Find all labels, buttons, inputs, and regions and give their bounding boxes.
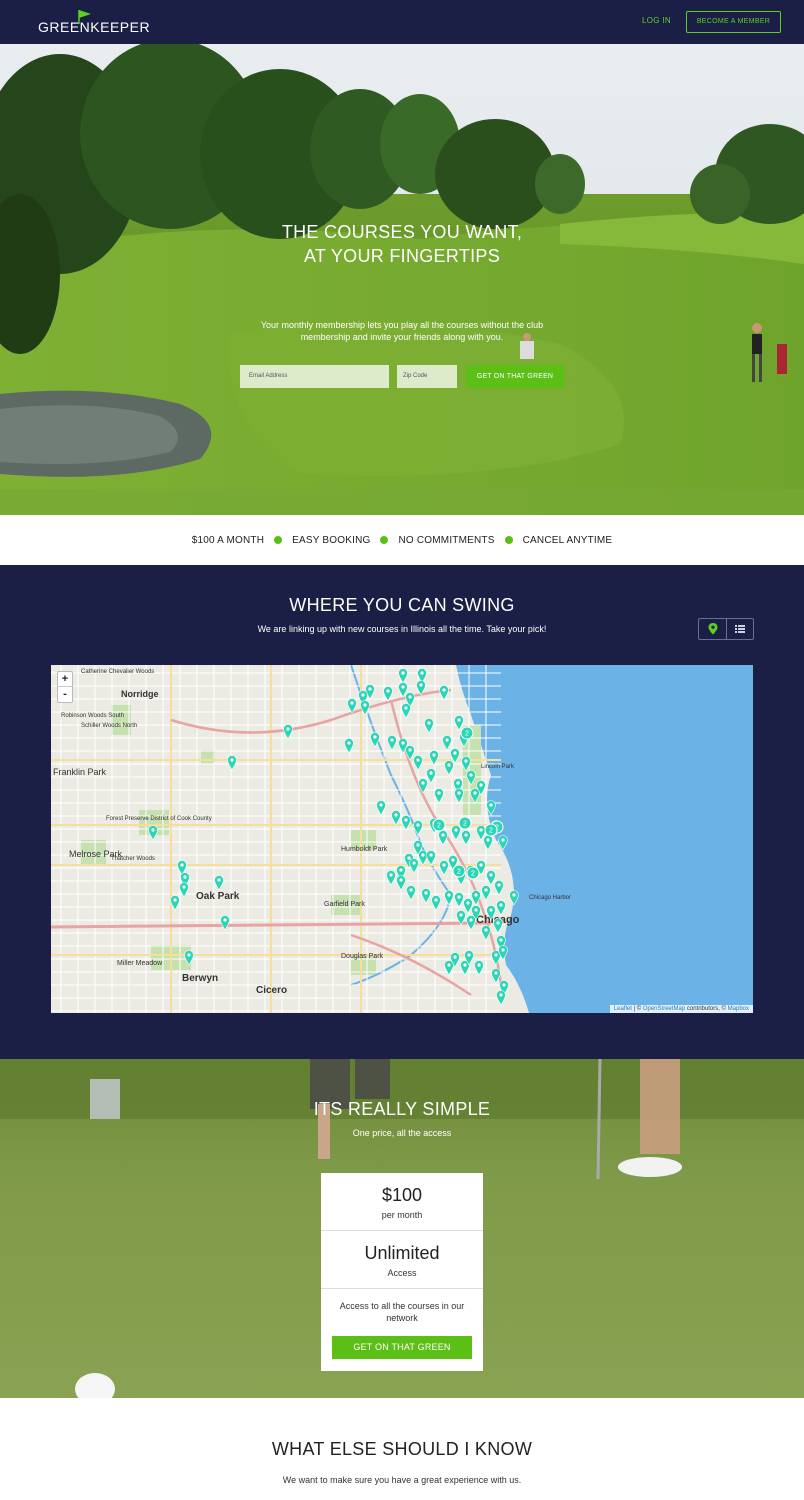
cluster-count: 2: [471, 871, 475, 878]
hero-title: THE COURSES YOU WANT, AT YOUR FINGERTIPS: [0, 220, 804, 268]
what-else-section: WHAT ELSE SHOULD I KNOW We want to make …: [0, 1398, 804, 1500]
cluster-count: 2: [463, 821, 467, 828]
map-label: Cicero: [256, 985, 287, 996]
course-cluster-marker[interactable]: 2: [466, 866, 480, 880]
section-subtitle: We are linking up with new courses in Il…: [257, 624, 547, 634]
list-icon: [735, 625, 745, 633]
map-pin-icon: [708, 623, 718, 635]
top-navigation: GREENKEEPER LOG IN BECOME A MEMBER: [0, 0, 804, 44]
features-strip: $100 A MONTH EASY BOOKING NO COMMITMENTS…: [0, 515, 804, 565]
hero-title-line-2: AT YOUR FINGERTIPS: [303, 246, 501, 266]
section-title: ITS REALLY SIMPLE: [313, 1099, 491, 1119]
access-label: Access: [387, 1268, 417, 1278]
map-label: Catherine Chevalier Woods: [81, 669, 154, 675]
email-field[interactable]: Email Address: [240, 365, 389, 388]
pricing-card: $100 per month Unlimited Access Access t…: [321, 1173, 483, 1371]
section-title: WHERE YOU CAN SWING: [289, 595, 515, 615]
map-label: Miller Meadow: [117, 960, 163, 967]
price-row: $100 per month: [321, 1173, 483, 1231]
map-label: Berwyn: [182, 973, 218, 984]
zip-code-field[interactable]: Zip Code: [397, 365, 457, 388]
map-label: Humboldt Park: [341, 846, 388, 853]
flag-icon: [78, 10, 91, 24]
hero-title-line-1: THE COURSES YOU WANT,: [281, 222, 523, 242]
logo-text: GREENKEEPER: [38, 19, 151, 35]
map-label: Schiller Woods North: [81, 723, 137, 729]
map-label: Franklin Park: [53, 767, 107, 777]
zoom-in-button[interactable]: +: [58, 672, 72, 687]
course-cluster-marker[interactable]: 2: [432, 818, 446, 832]
cluster-count: 2: [457, 869, 461, 876]
feature-cancel: CANCEL ANYTIME: [522, 534, 613, 546]
course-cluster-marker[interactable]: 2: [452, 864, 466, 878]
feature-bullet: [274, 536, 283, 544]
cluster-count: 2: [437, 823, 441, 830]
map-label: Forest Preserve District of Cook County: [106, 816, 212, 822]
hero-subtitle: Your monthly membership lets you play al…: [260, 320, 544, 342]
get-on-that-green-button[interactable]: GET ON THAT GREEN: [466, 365, 564, 388]
cluster-count: 2: [465, 731, 469, 738]
feature-booking: EASY BOOKING: [292, 534, 371, 546]
get-on-that-green-button[interactable]: GET ON THAT GREEN: [332, 1336, 472, 1359]
pricing-description: Access to all the courses in our network: [339, 1301, 465, 1323]
leaflet-link[interactable]: Leaflet: [614, 1006, 632, 1012]
map-attribution: Leaflet | © OpenStreetMap contributors, …: [609, 1005, 753, 1013]
map-view-button[interactable]: [699, 619, 727, 639]
feature-commitments: NO COMMITMENTS: [398, 534, 495, 546]
become-member-button[interactable]: BECOME A MEMBER: [686, 11, 781, 33]
hero-section: THE COURSES YOU WANT, AT YOUR FINGERTIPS…: [0, 44, 804, 515]
course-cluster-marker[interactable]: 2: [458, 816, 472, 830]
openstreetmap-link[interactable]: OpenStreetMap: [643, 1006, 685, 1012]
map-tiles: Norridge Franklin Park Melrose Park Oak …: [51, 665, 753, 1013]
feature-price: $100 A MONTH: [191, 534, 265, 546]
its-really-simple-section: ITS REALLY SIMPLE One price, all the acc…: [0, 1059, 804, 1398]
where-you-can-swing-section: WHERE YOU CAN SWING We are linking up wi…: [0, 565, 804, 1059]
courses-map[interactable]: Norridge Franklin Park Melrose Park Oak …: [51, 665, 753, 1013]
section-title: WHAT ELSE SHOULD I KNOW: [271, 1439, 533, 1459]
map-label: Chicago Harbor: [529, 895, 571, 901]
golf-course-hero-image: [0, 44, 804, 515]
map-label: Thatcher Woods: [111, 856, 155, 862]
access-row: Unlimited Access: [321, 1231, 483, 1289]
map-label: Lincoln Park: [481, 764, 515, 770]
attribution-text: contributors, ©: [685, 1006, 728, 1012]
section-subtitle: One price, all the access: [352, 1128, 452, 1138]
feature-bullet: [380, 536, 389, 544]
cluster-count: 2: [489, 828, 493, 835]
course-cluster-marker[interactable]: 2: [484, 823, 498, 837]
map-zoom-control: + -: [57, 671, 73, 703]
mapbox-link[interactable]: Mapbox: [728, 1006, 749, 1012]
price-period: per month: [381, 1210, 423, 1220]
map-label: Norridge: [121, 689, 159, 699]
price-value: $100: [381, 1185, 423, 1205]
map-label: Oak Park: [196, 891, 240, 902]
map-label: Robinson Woods South: [61, 713, 124, 719]
list-view-button[interactable]: [727, 619, 753, 639]
map-label: Douglas Park: [341, 953, 384, 960]
course-cluster-marker[interactable]: 2: [460, 726, 474, 740]
attribution-text: | ©: [631, 1006, 643, 1012]
zoom-out-button[interactable]: -: [58, 687, 72, 702]
feature-bullet: [504, 536, 513, 544]
view-toggle: [698, 618, 754, 640]
login-link[interactable]: LOG IN: [642, 16, 671, 25]
access-value: Unlimited: [364, 1243, 440, 1263]
section-subtitle: We want to make sure you have a great ex…: [282, 1475, 522, 1485]
map-label: Garfield Park: [324, 901, 365, 908]
